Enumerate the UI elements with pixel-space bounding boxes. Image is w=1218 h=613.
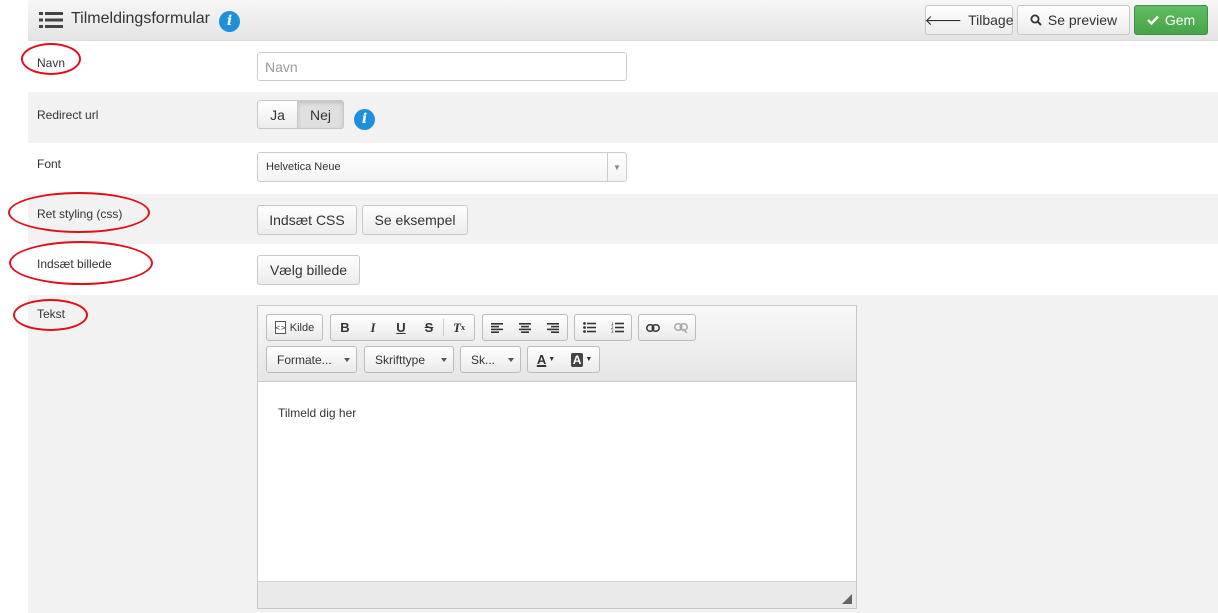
save-button-label: Gem	[1164, 12, 1196, 28]
font-size-dropdown-label: Sk...	[471, 352, 496, 367]
text-color-icon: A	[536, 352, 547, 367]
italic-icon[interactable]: I	[359, 315, 387, 340]
styling-row: Ret styling (css) Indsæt CSS Se eksempel	[28, 194, 1218, 244]
font-size-dropdown[interactable]: Sk...	[460, 346, 521, 373]
choose-image-button[interactable]: Vælg billede	[257, 255, 360, 285]
redirect-row: Redirect url Ja Nej i	[28, 92, 1218, 143]
text-label: Tekst	[37, 307, 66, 321]
align-center-icon[interactable]	[511, 315, 539, 340]
svg-text:3: 3	[611, 329, 614, 333]
font-row: Font Helvetica Neue ▼	[28, 143, 1218, 194]
list-icon	[39, 12, 63, 28]
align-right-icon[interactable]	[539, 315, 567, 340]
basic-styles-group: B I U S Tx	[330, 314, 475, 341]
insert-css-button[interactable]: Indsæt CSS	[257, 205, 357, 235]
format-dropdown[interactable]: Formate...	[266, 346, 357, 373]
alignment-group	[482, 314, 568, 341]
font-family-dropdown-label: Skrifttype	[375, 352, 426, 367]
editor-content[interactable]: Tilmeld dig her	[258, 382, 856, 581]
name-input[interactable]	[257, 52, 627, 81]
text-row: Tekst <> Kilde B I U S Tx 1 2 3 Formate.…	[28, 295, 1218, 613]
link-group	[638, 314, 696, 341]
source-icon: <>	[274, 321, 286, 334]
color-group: A ▼ A ▼	[527, 346, 600, 373]
image-label: Indsæt billede	[37, 257, 112, 271]
info-icon[interactable]: i	[219, 11, 240, 32]
redirect-info-icon[interactable]: i	[354, 109, 375, 130]
preview-button[interactable]: Se preview	[1017, 5, 1130, 35]
unlink-icon[interactable]	[667, 315, 695, 340]
name-row: Navn	[28, 41, 1218, 92]
svg-text:<>: <>	[275, 324, 286, 332]
bold-icon[interactable]: B	[331, 315, 359, 340]
align-left-icon[interactable]	[483, 315, 511, 340]
font-family-dropdown[interactable]: Skrifttype	[364, 346, 454, 373]
check-icon	[1146, 15, 1159, 25]
font-select[interactable]: Helvetica Neue ▼	[257, 152, 627, 182]
page-header: Tilmeldingsformular i 🡐 Tilbage Se previ…	[28, 0, 1218, 41]
font-select-value: Helvetica Neue	[266, 161, 341, 173]
image-row: Indsæt billede Vælg billede	[28, 244, 1218, 295]
arrow-left-icon: 🡐	[924, 11, 963, 28]
source-label: Kilde	[289, 321, 315, 334]
format-dropdown-label: Formate...	[277, 352, 332, 367]
caret-down-icon: ▼	[548, 356, 556, 363]
editor-toolbar: <> Kilde B I U S Tx 1 2 3 Formate... Skr…	[258, 306, 856, 382]
rich-text-editor: <> Kilde B I U S Tx 1 2 3 Formate... Skr…	[257, 305, 857, 609]
name-label: Navn	[37, 56, 66, 70]
source-group: <> Kilde	[266, 314, 323, 341]
bulleted-list-icon[interactable]	[575, 315, 603, 340]
redirect-yes-option[interactable]: Ja	[257, 100, 298, 129]
back-button[interactable]: 🡐 Tilbage	[925, 5, 1013, 35]
text-color-button[interactable]: A ▼	[528, 347, 564, 372]
editor-paragraph: Tilmeld dig her	[278, 406, 357, 420]
caret-down-icon: ▼	[585, 356, 593, 363]
numbered-list-icon[interactable]: 123	[603, 315, 631, 340]
underline-icon[interactable]: U	[387, 315, 415, 340]
page-title: Tilmeldingsformular	[71, 10, 210, 27]
list-group: 123	[574, 314, 632, 341]
caret-down-icon	[441, 358, 447, 362]
styling-label: Ret styling (css)	[37, 207, 123, 221]
see-example-button[interactable]: Se eksempel	[362, 205, 468, 235]
editor-statusbar	[258, 581, 856, 608]
redirect-toggle: Ja Nej	[257, 100, 344, 129]
background-color-button[interactable]: A ▼	[564, 347, 599, 372]
resize-handle-icon[interactable]	[842, 594, 852, 604]
caret-down-icon	[344, 358, 350, 362]
remove-format-icon[interactable]: Tx	[444, 315, 474, 340]
redirect-no-option[interactable]: Nej	[298, 100, 344, 129]
search-icon	[1030, 14, 1042, 26]
strikethrough-icon[interactable]: S	[415, 315, 443, 340]
link-icon[interactable]	[639, 315, 667, 340]
chevron-down-icon: ▼	[607, 153, 626, 181]
source-button[interactable]: <> Kilde	[267, 315, 322, 340]
redirect-label: Redirect url	[37, 108, 99, 122]
caret-down-icon	[508, 358, 514, 362]
back-button-label: Tilbage	[968, 12, 1014, 28]
preview-button-label: Se preview	[1047, 12, 1118, 28]
background-color-icon: A	[570, 352, 584, 367]
save-button[interactable]: Gem	[1134, 5, 1208, 35]
font-label: Font	[37, 157, 62, 171]
